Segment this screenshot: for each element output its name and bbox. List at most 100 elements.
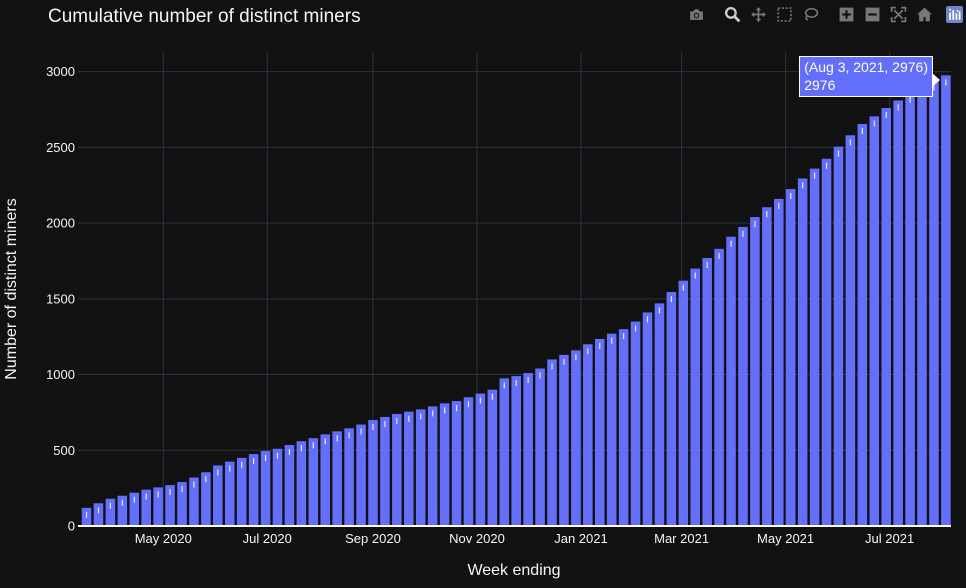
bar-value-label [599,342,601,349]
bar[interactable] [332,431,342,526]
bar[interactable] [475,393,486,526]
bar[interactable] [523,373,533,526]
bar[interactable] [308,438,319,526]
y-tick-label: 2500 [46,140,75,155]
bar[interactable] [666,292,677,526]
bar[interactable] [594,338,605,526]
bar-value-label [897,104,899,111]
bar[interactable] [809,168,820,526]
bar-value-label [503,382,505,389]
bar[interactable] [547,359,557,526]
bar[interactable] [356,424,366,526]
y-tick-label: 2000 [46,216,75,231]
bar-value-label [432,410,434,417]
bar[interactable] [738,226,748,527]
bar[interactable] [380,416,390,526]
bar[interactable] [702,257,712,526]
bar-value-label [491,393,493,400]
bar[interactable] [857,123,868,526]
bar-value-label [229,465,231,472]
bar-value-label [527,377,529,384]
bar[interactable] [236,457,247,526]
bar[interactable] [248,454,259,526]
bar[interactable] [404,411,414,526]
bar[interactable] [690,268,701,526]
y-tick-label: 500 [53,443,75,458]
bar-value-label [634,325,637,332]
bar-value-label [646,316,649,323]
bar[interactable] [451,401,462,526]
bar-value-label [253,458,255,465]
x-tick-label: Sep 2020 [345,531,401,546]
bar[interactable] [630,321,641,526]
bar[interactable] [774,198,784,526]
bar[interactable] [583,344,593,526]
bar[interactable] [869,116,880,526]
x-tick-label: May 2021 [757,531,814,546]
bar[interactable] [535,368,545,526]
x-tick-label: Jan 2021 [554,531,608,546]
bar-value-label [479,397,481,404]
bar[interactable] [392,413,402,526]
bar[interactable] [845,135,856,526]
bar-value-label [575,354,577,361]
bar[interactable] [320,434,331,526]
bar-value-label [360,428,362,435]
bar-value-label [181,486,183,493]
bar[interactable] [917,86,927,526]
bar-value-label [718,252,720,259]
bar[interactable] [463,397,474,526]
bar[interactable] [571,350,581,526]
y-axis-title: Number of distinct miners [3,198,20,379]
bar[interactable] [678,280,689,526]
bar[interactable] [368,419,378,526]
bar-value-label [420,413,422,420]
bar-value-label [372,423,374,430]
bar[interactable] [821,158,832,526]
bar[interactable] [284,444,295,526]
bar[interactable] [797,178,808,526]
bar-value-label [205,476,207,483]
bar[interactable] [93,503,104,526]
bar[interactable] [785,189,796,526]
bar[interactable] [260,451,271,526]
bar-value-label [670,296,672,303]
bar[interactable] [762,207,772,527]
bar-value-label [467,401,470,408]
bar[interactable] [893,100,903,527]
bar-value-label [730,240,732,247]
tooltip-pointer [932,73,940,87]
bar-value-label [885,112,887,119]
bar-value-label [909,96,911,103]
bar[interactable] [726,236,736,526]
bar[interactable] [714,248,724,526]
bar[interactable] [415,409,426,526]
bar-value-label [109,502,111,509]
bar[interactable] [905,92,915,526]
bar[interactable] [929,80,939,526]
bar[interactable] [511,376,521,526]
bar[interactable] [881,108,891,526]
bar-value-label [455,405,458,412]
bar[interactable] [833,146,844,526]
bar[interactable] [344,428,354,526]
bar[interactable] [272,448,283,526]
bar[interactable] [296,441,307,526]
x-tick-label: May 2020 [135,531,192,546]
bar[interactable] [499,378,510,526]
bar[interactable] [559,354,569,526]
bar-value-label [276,452,279,459]
bar-value-label [515,380,517,387]
bars[interactable] [81,75,951,527]
bar[interactable] [941,75,951,526]
bar-value-label [694,272,696,279]
bar[interactable] [606,333,617,526]
bar[interactable] [750,217,760,527]
bar-value-label [539,372,541,379]
bar[interactable] [654,303,665,526]
bar[interactable] [439,403,450,526]
bar[interactable] [618,329,629,526]
bar[interactable] [487,389,498,526]
bar[interactable] [427,406,438,526]
bar[interactable] [642,312,653,526]
